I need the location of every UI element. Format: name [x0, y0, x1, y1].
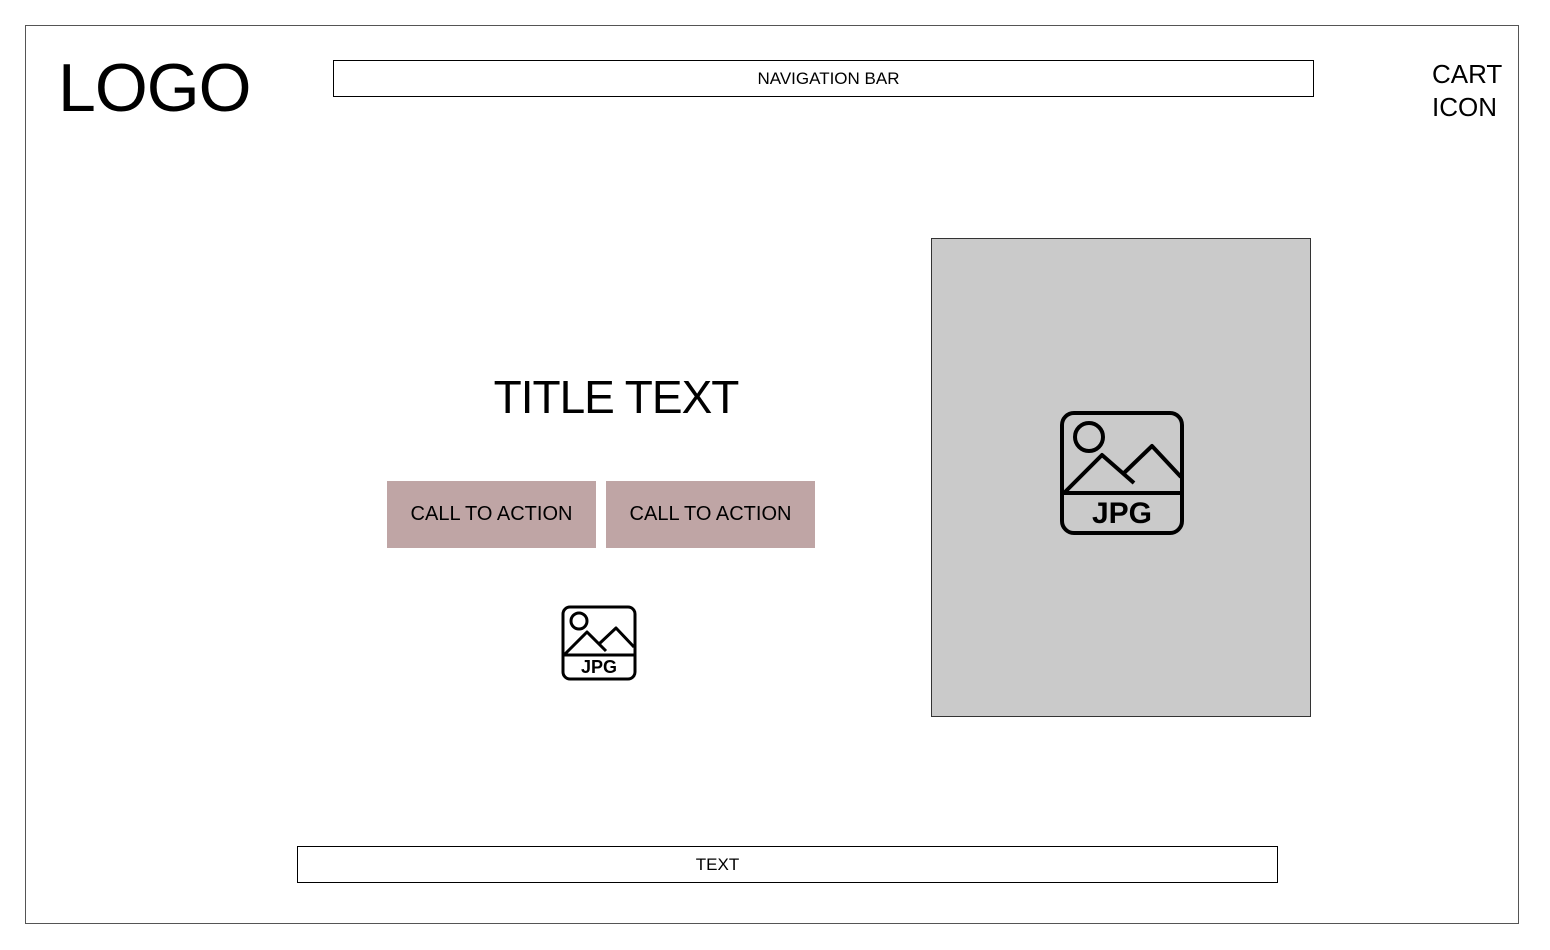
jpg-image-icon: JPG	[1060, 411, 1184, 535]
cart-icon-label-line2: ICON	[1432, 92, 1497, 122]
navigation-bar[interactable]: NAVIGATION BAR	[333, 60, 1314, 97]
jpg-image-label-large: JPG	[1092, 497, 1152, 530]
jpg-image-icon: JPG	[561, 605, 637, 681]
jpg-image-icon-large: JPG	[1060, 411, 1184, 535]
navigation-bar-label: NAVIGATION BAR	[757, 68, 900, 88]
cart-icon-label-line1: CART	[1432, 59, 1503, 89]
call-to-action-button-primary[interactable]: CALL TO ACTION	[387, 481, 596, 548]
jpg-image-icon-small: JPG	[561, 605, 637, 681]
jpg-image-label-small: JPG	[581, 657, 617, 677]
cart-icon[interactable]: CART ICON	[1432, 58, 1522, 124]
footer-text-bar: TEXT	[297, 846, 1278, 883]
hero-image-placeholder: JPG	[931, 238, 1311, 717]
call-to-action-button-secondary[interactable]: CALL TO ACTION	[606, 481, 815, 548]
page-title: TITLE TEXT	[493, 371, 740, 423]
logo[interactable]: LOGO	[58, 50, 251, 126]
footer-text-label: TEXT	[695, 854, 740, 874]
